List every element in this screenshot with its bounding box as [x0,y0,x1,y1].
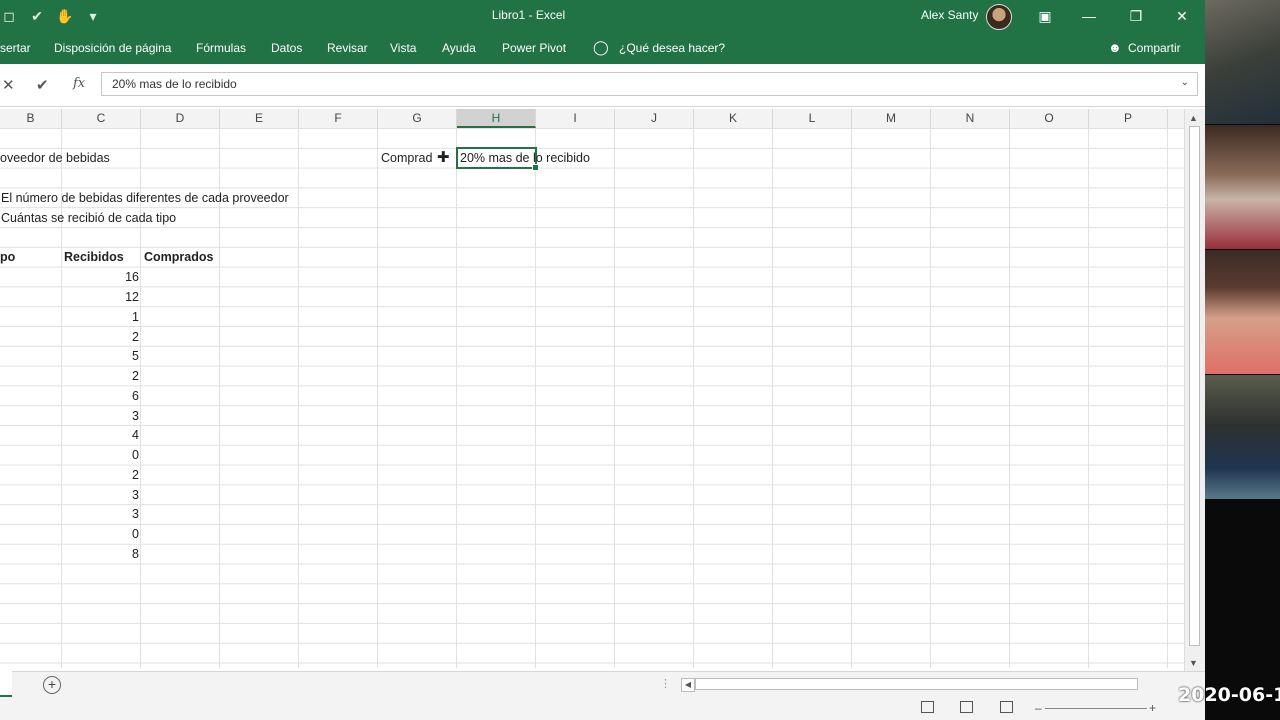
worksheet-grid[interactable]: oveedor de bebidas Comprad 20% mas de lo… [0,128,1184,668]
tab-disposicion-pagina[interactable]: Disposición de página [54,41,171,55]
participant-video-4 [1205,375,1280,499]
cell-recibidos-14[interactable]: 0 [62,524,139,544]
tab-insertar[interactable]: sertar [0,41,31,55]
cell-h-note[interactable]: 20% mas de lo recibido [460,148,590,168]
cell-recibidos-7[interactable]: 6 [62,386,139,406]
restore-icon[interactable]: ❐ [1114,0,1158,32]
column-header-b[interactable]: B [0,109,62,128]
cell-g-comprados[interactable]: Comprad [381,148,432,168]
column-header-m[interactable]: M [852,109,931,128]
horizontal-scrollbar[interactable]: ◀ [681,678,1161,692]
column-header-c[interactable]: C [62,109,141,128]
cancel-icon[interactable]: ✕ [2,76,15,94]
column-header-n[interactable]: N [931,109,1010,128]
lightbulb-icon: ◯ [593,39,609,55]
title-bar: ◻ ✔ ✋ ▾ Libro1 - Excel Alex Santy ▣ — ❐ … [0,0,1205,32]
cell-cursor-icon: ✚ [437,149,450,166]
insert-function-icon[interactable]: fx [73,76,85,91]
formula-input[interactable]: 20% mas de lo recibido ⌄ [101,72,1198,96]
participant-video-1 [1205,0,1280,124]
zoom-out-icon[interactable]: – [1035,701,1042,715]
cell-recibidos-12[interactable]: 3 [62,485,139,505]
cell-header-recibidos[interactable]: Recibidos [64,247,124,267]
cell-recibidos-6[interactable]: 2 [62,366,139,386]
horizontal-scroll-thumb[interactable] [695,678,1138,690]
window-title: Libro1 - Excel [491,8,566,22]
column-header-o[interactable]: O [1010,109,1089,128]
add-sheet-icon[interactable]: + [43,676,61,694]
tab-vista[interactable]: Vista [390,41,416,55]
formula-value: 20% mas de lo recibido [112,77,237,91]
video-call-strip [1205,0,1280,720]
ribbon-display-options-icon[interactable]: ▣ [1023,0,1067,32]
recording-timestamp: 2020-06-1 [1178,684,1280,706]
cell-recibidos-1[interactable]: 16 [62,267,139,287]
cell-recibidos-15[interactable]: 8 [62,544,139,564]
cell-recibidos-13[interactable]: 3 [62,504,139,524]
cell-header-tipo[interactable]: po [0,247,15,267]
column-header-e[interactable]: E [220,109,299,128]
cell-recibidos-4[interactable]: 2 [62,327,139,347]
column-header-f[interactable]: F [299,109,378,128]
share-person-icon: ☻ [1108,40,1122,55]
close-icon[interactable]: ✕ [1160,0,1204,32]
column-header-d[interactable]: D [141,109,220,128]
column-header-i[interactable]: I [536,109,615,128]
splitter-handle-icon[interactable]: ⋮ [660,677,671,690]
participant-video-2 [1205,125,1280,249]
sheet-tab-active[interactable] [0,671,12,697]
cell-recibidos-5[interactable]: 5 [62,346,139,366]
column-header-l[interactable]: L [773,109,852,128]
column-header-h[interactable]: H [457,109,536,128]
column-header-j[interactable]: J [615,109,694,128]
expand-formula-bar-icon[interactable]: ⌄ [1181,77,1189,88]
cell-recibidos-2[interactable]: 12 [62,287,139,307]
formula-bar: ✕ ✔ fx 20% mas de lo recibido ⌄ [0,64,1205,107]
scroll-left-icon[interactable]: ◀ [681,678,695,692]
zoom-in-icon[interactable]: + [1149,701,1156,715]
cell-line2[interactable]: Cuántas se recibió de cada tipo [1,208,176,228]
user-name[interactable]: Alex Santy [921,8,978,22]
cell-recibidos-8[interactable]: 3 [62,406,139,426]
normal-view-icon[interactable] [921,701,934,713]
column-header-p[interactable]: P [1089,109,1168,128]
column-headers: B C D E F G H I J K L M N O P [0,109,1184,129]
tab-formulas[interactable]: Fórmulas [196,41,246,55]
tell-me-search[interactable]: ¿Qué desea hacer? [619,41,725,55]
column-header-k[interactable]: K [694,109,773,128]
tab-ayuda[interactable]: Ayuda [442,41,476,55]
enter-check-icon[interactable]: ✔ [36,76,49,94]
cell-recibidos-3[interactable]: 1 [62,307,139,327]
tab-datos[interactable]: Datos [271,41,302,55]
vertical-scroll-thumb[interactable] [1189,126,1200,646]
cell-recibidos-11[interactable]: 2 [62,465,139,485]
scroll-down-icon[interactable]: ▼ [1189,658,1198,668]
participant-video-3 [1205,250,1280,374]
cell-recibidos-10[interactable]: 0 [62,445,139,465]
sheet-tabs-bar: + ⋮ ◀ [0,671,1205,698]
vertical-scrollbar[interactable]: ▲ ▼ [1184,109,1205,671]
page-break-view-icon[interactable] [1000,701,1013,713]
cell-header-comprados[interactable]: Comprados [144,247,213,267]
cell-recibidos-9[interactable]: 4 [62,425,139,445]
zoom-slider[interactable] [1045,708,1147,709]
status-bar: – + [0,697,1205,720]
tab-revisar[interactable]: Revisar [327,41,368,55]
cell-line1[interactable]: El número de bebidas diferentes de cada … [1,188,289,208]
minimize-icon[interactable]: — [1067,0,1111,32]
ribbon-tabs: sertar Disposición de página Fórmulas Da… [0,32,1205,64]
avatar[interactable] [986,4,1012,30]
scroll-up-icon[interactable]: ▲ [1189,113,1198,123]
column-header-g[interactable]: G [378,109,457,128]
cell-title[interactable]: oveedor de bebidas [0,148,110,168]
share-button[interactable]: Compartir [1128,41,1181,55]
tab-power-pivot[interactable]: Power Pivot [502,41,566,55]
page-layout-view-icon[interactable] [960,701,973,713]
